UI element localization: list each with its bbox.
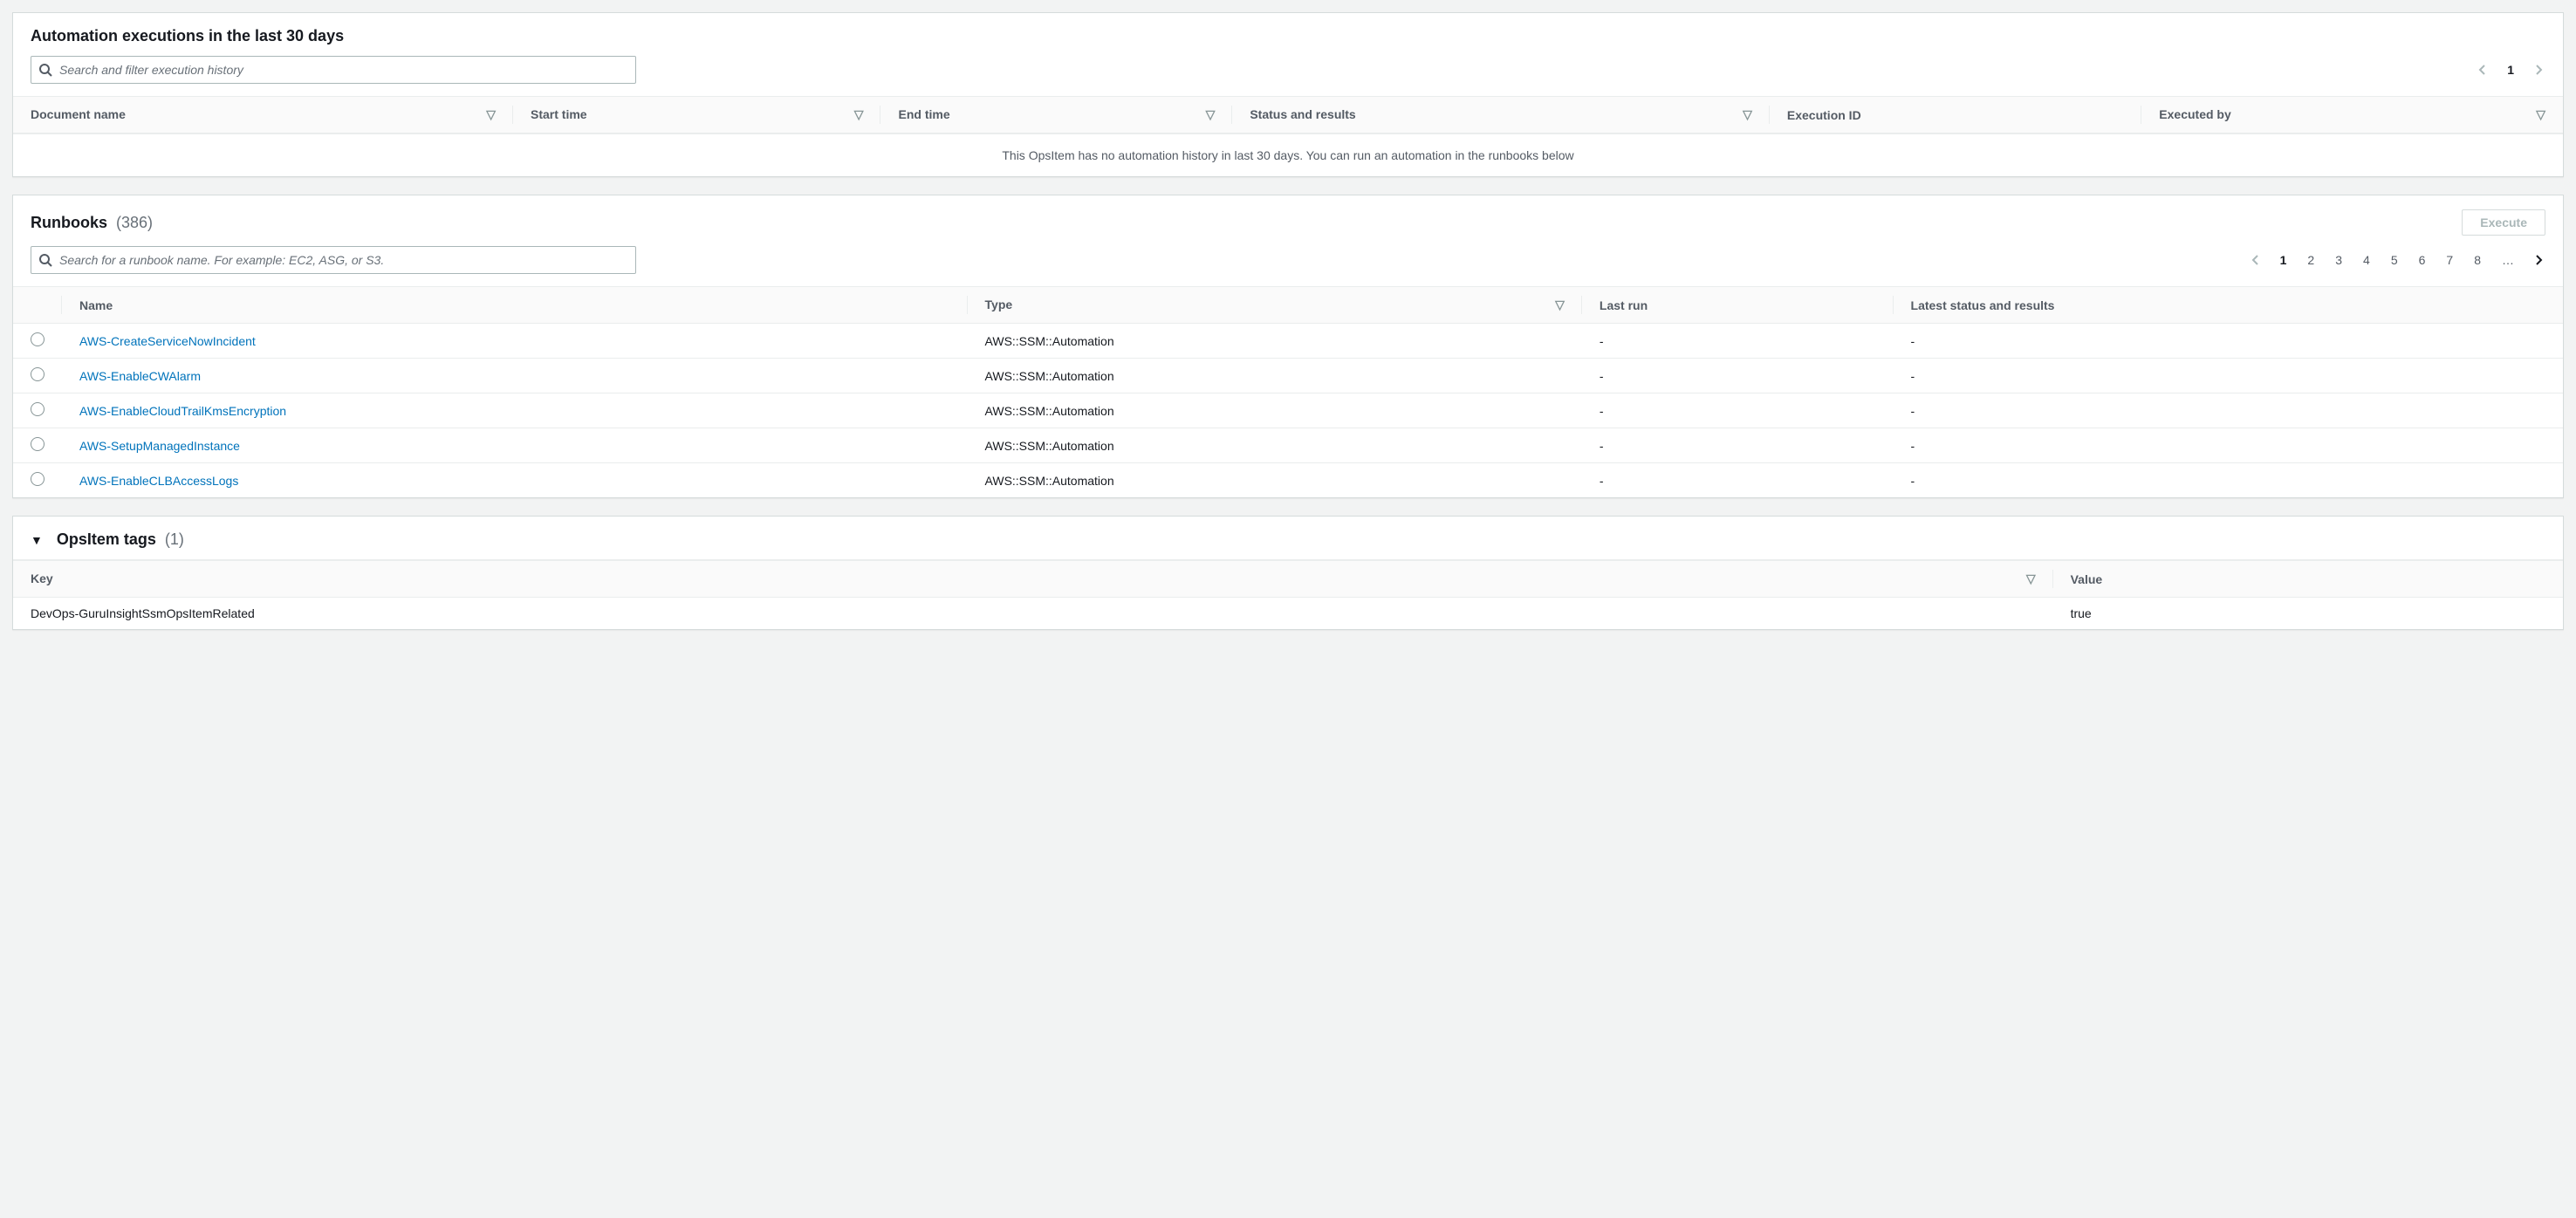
- runbook-type: AWS::SSM::Automation: [968, 463, 1582, 498]
- automation-search-input[interactable]: [52, 63, 628, 77]
- runbook-latest-status: -: [1894, 359, 2563, 393]
- runbook-name-link[interactable]: AWS-CreateServiceNowIncident: [79, 334, 256, 348]
- table-row: AWS-EnableCloudTrailKmsEncryption AWS::SS…: [13, 393, 2563, 428]
- table-row: AWS-EnableCLBAccessLogs AWS::SSM::Automat…: [13, 463, 2563, 498]
- runbooks-pager-page-7[interactable]: 7: [2442, 251, 2456, 269]
- filter-icon[interactable]: ▽: [854, 107, 864, 122]
- runbooks-pager: 1 2 3 4 5 6 7 8 …: [2249, 251, 2545, 269]
- row-radio[interactable]: [31, 437, 45, 451]
- row-radio[interactable]: [31, 367, 45, 381]
- execute-button[interactable]: Execute: [2462, 209, 2545, 236]
- automation-title: Automation executions in the last 30 day…: [31, 27, 344, 45]
- caret-down-icon[interactable]: ▼: [31, 533, 43, 547]
- col-type[interactable]: Type▽: [968, 287, 1582, 324]
- runbooks-pager-next[interactable]: [2531, 253, 2545, 267]
- runbook-name-link[interactable]: AWS-EnableCLBAccessLogs: [79, 474, 238, 488]
- col-select: [13, 287, 62, 324]
- chevron-left-icon: [2476, 63, 2490, 77]
- runbook-latest-status: -: [1894, 463, 2563, 498]
- runbook-name-link[interactable]: AWS-SetupManagedInstance: [79, 439, 240, 453]
- search-icon: [38, 253, 52, 267]
- col-value[interactable]: Value: [2053, 561, 2563, 598]
- col-execution-id[interactable]: Execution ID: [1770, 97, 2141, 133]
- runbook-type: AWS::SSM::Automation: [968, 393, 1582, 428]
- chevron-left-icon: [2249, 253, 2263, 267]
- filter-icon[interactable]: ▽: [1555, 298, 1565, 312]
- runbook-latest-status: -: [1894, 393, 2563, 428]
- col-latest-status[interactable]: Latest status and results: [1894, 287, 2563, 324]
- col-start-time[interactable]: Start time▽: [513, 97, 880, 133]
- runbooks-table: Name Type▽ Last run Latest status and re…: [13, 286, 2563, 497]
- opsitem-tags-panel: ▼ OpsItem tags (1) Key▽ Value DevOps-Gur…: [12, 516, 2564, 630]
- runbooks-pager-page-1[interactable]: 1: [2277, 251, 2291, 269]
- runbook-last-run: -: [1582, 324, 1894, 359]
- runbooks-search-box[interactable]: [31, 246, 636, 274]
- runbook-last-run: -: [1582, 393, 1894, 428]
- filter-icon[interactable]: ▽: [1206, 107, 1216, 122]
- filter-icon[interactable]: ▽: [486, 107, 496, 122]
- runbooks-pager-prev[interactable]: [2249, 253, 2263, 267]
- table-row: DevOps-GuruInsightSsmOpsItemRelatedtrue: [13, 598, 2563, 630]
- table-row: AWS-SetupManagedInstance AWS::SSM::Automa…: [13, 428, 2563, 463]
- runbooks-pager-ellipsis[interactable]: …: [2498, 251, 2518, 269]
- col-name[interactable]: Name: [62, 287, 968, 324]
- automation-pager-current[interactable]: 1: [2504, 61, 2518, 79]
- runbooks-pager-page-4[interactable]: 4: [2360, 251, 2374, 269]
- col-key[interactable]: Key▽: [13, 561, 2053, 598]
- runbooks-count: (386): [116, 214, 153, 232]
- automation-search-box[interactable]: [31, 56, 636, 84]
- table-row: AWS-CreateServiceNowIncident AWS::SSM::Au…: [13, 324, 2563, 359]
- runbook-last-run: -: [1582, 359, 1894, 393]
- filter-icon[interactable]: ▽: [2026, 571, 2036, 586]
- tag-value: true: [2053, 598, 2563, 630]
- filter-icon[interactable]: ▽: [2536, 107, 2545, 122]
- col-end-time[interactable]: End time▽: [880, 97, 1232, 133]
- runbook-name-link[interactable]: AWS-EnableCloudTrailKmsEncryption: [79, 404, 286, 418]
- runbooks-panel: Runbooks (386) Execute 1 2 3 4 5 6 7 8 …: [12, 195, 2564, 498]
- col-status-results[interactable]: Status and results▽: [1232, 97, 1770, 133]
- runbooks-pager-page-3[interactable]: 3: [2332, 251, 2346, 269]
- automation-pager-next[interactable]: [2531, 63, 2545, 77]
- automation-empty-message: This OpsItem has no automation history i…: [13, 133, 2563, 176]
- col-last-run[interactable]: Last run: [1582, 287, 1894, 324]
- runbooks-pager-page-5[interactable]: 5: [2388, 251, 2401, 269]
- automation-pager: 1: [2476, 61, 2545, 79]
- runbook-type: AWS::SSM::Automation: [968, 359, 1582, 393]
- chevron-right-icon: [2531, 63, 2545, 77]
- runbooks-pager-page-8[interactable]: 8: [2470, 251, 2484, 269]
- runbook-last-run: -: [1582, 463, 1894, 498]
- row-radio[interactable]: [31, 402, 45, 416]
- row-radio[interactable]: [31, 332, 45, 346]
- tags-table: Key▽ Value DevOps-GuruInsightSsmOpsItemR…: [13, 560, 2563, 629]
- runbook-latest-status: -: [1894, 324, 2563, 359]
- runbook-name-link[interactable]: AWS-EnableCWAlarm: [79, 369, 201, 383]
- filter-icon[interactable]: ▽: [1743, 107, 1752, 122]
- search-icon: [38, 63, 52, 77]
- runbook-latest-status: -: [1894, 428, 2563, 463]
- tag-key: DevOps-GuruInsightSsmOpsItemRelated: [13, 598, 2053, 630]
- runbooks-title: Runbooks: [31, 214, 107, 232]
- runbooks-pager-page-6[interactable]: 6: [2415, 251, 2429, 269]
- automation-pager-prev[interactable]: [2476, 63, 2490, 77]
- automation-table: Document name▽ Start time▽ End time▽ Sta…: [13, 96, 2563, 133]
- automation-executions-panel: Automation executions in the last 30 day…: [12, 12, 2564, 177]
- runbook-type: AWS::SSM::Automation: [968, 428, 1582, 463]
- col-executed-by[interactable]: Executed by▽: [2141, 97, 2563, 133]
- col-document-name[interactable]: Document name▽: [13, 97, 513, 133]
- chevron-right-icon: [2531, 253, 2545, 267]
- runbook-last-run: -: [1582, 428, 1894, 463]
- runbooks-pager-page-2[interactable]: 2: [2304, 251, 2318, 269]
- tags-title: OpsItem tags: [57, 530, 156, 549]
- table-row: AWS-EnableCWAlarmAWS::SSM::Automation--: [13, 359, 2563, 393]
- row-radio[interactable]: [31, 472, 45, 486]
- tags-count: (1): [165, 530, 184, 549]
- runbook-type: AWS::SSM::Automation: [968, 324, 1582, 359]
- runbooks-search-input[interactable]: [52, 253, 628, 267]
